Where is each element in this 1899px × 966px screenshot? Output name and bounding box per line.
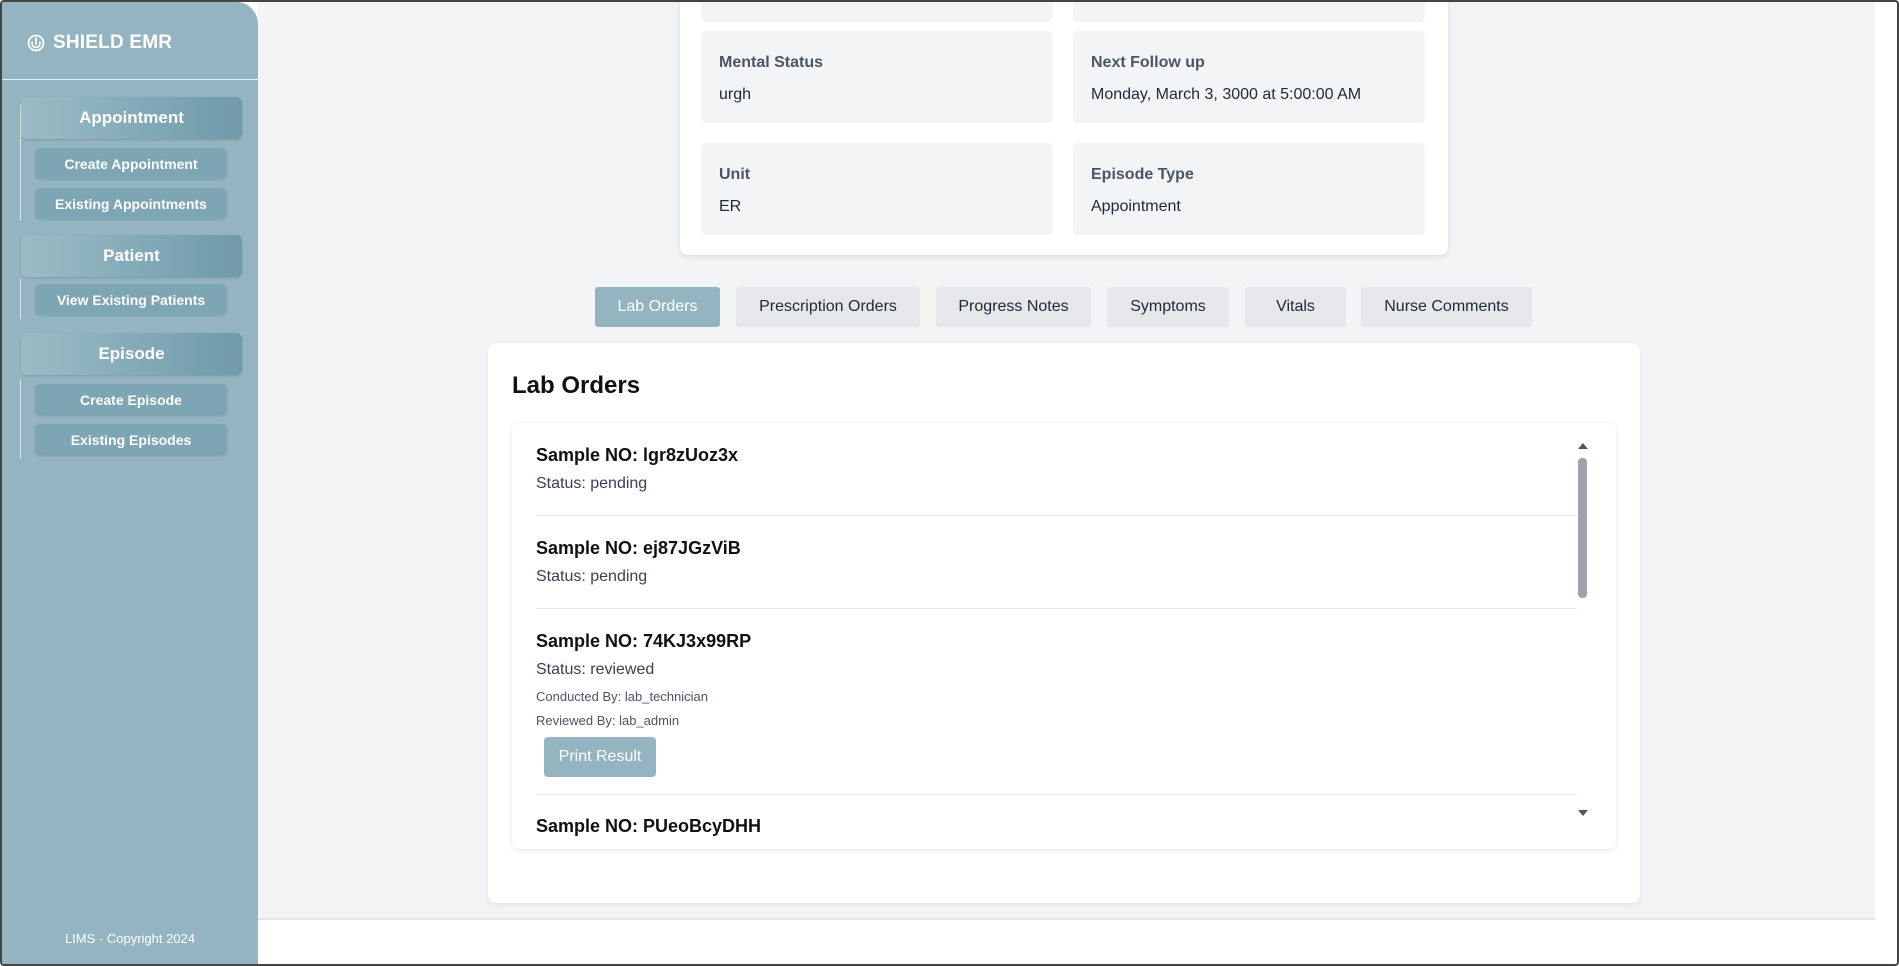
tab-progress-notes[interactable]: Progress Notes bbox=[936, 287, 1091, 327]
lab-orders-panel: Lab Orders Sample NO: lgr8zUoz3x Status:… bbox=[488, 343, 1640, 903]
lab-order-item: Sample NO: PUeoBcyDHH bbox=[536, 795, 1577, 849]
reviewed-by: Reviewed By: lab_admin bbox=[536, 713, 680, 728]
scroll-down-arrow[interactable] bbox=[1578, 810, 1588, 816]
tab-lab-orders[interactable]: Lab Orders bbox=[595, 287, 720, 327]
existing-appointments-button[interactable]: Existing Appointments bbox=[35, 188, 227, 219]
unit-value: ER bbox=[719, 198, 742, 215]
existing-episodes-button[interactable]: Existing Episodes bbox=[35, 424, 227, 455]
sidebar: SHIELD EMR Appointment Create Appointmen… bbox=[2, 2, 258, 964]
nav-header-appointment[interactable]: Appointment bbox=[21, 97, 242, 139]
sample-number: Sample NO: lgr8zUoz3x bbox=[536, 445, 739, 465]
lab-orders-scroll-area: Sample NO: lgr8zUoz3x Status: pending Sa… bbox=[512, 423, 1592, 849]
brand[interactable]: SHIELD EMR bbox=[26, 30, 172, 56]
tab-prescription-orders[interactable]: Prescription Orders bbox=[736, 287, 920, 327]
nav-header-patient[interactable]: Patient bbox=[21, 235, 242, 277]
nav-group-episode: Episode Create Episode Existing Episodes bbox=[18, 333, 242, 463]
nav-rail bbox=[20, 379, 21, 459]
brand-name: SHIELD EMR bbox=[53, 32, 173, 53]
next-follow-up-value: Monday, March 3, 3000 at 5:00:00 AM bbox=[1091, 86, 1362, 103]
conducted-by: Conducted By: lab_technician bbox=[536, 689, 709, 704]
mental-status-value: urgh bbox=[719, 86, 752, 103]
tab-nurse-comments[interactable]: Nurse Comments bbox=[1361, 287, 1532, 327]
mental-status-tile: Mental Status urgh bbox=[702, 31, 1052, 121]
lab-order-item: Sample NO: ej87JGzViB Status: pending bbox=[536, 516, 1577, 609]
create-episode-button[interactable]: Create Episode bbox=[35, 384, 227, 415]
shield-logo-icon bbox=[27, 34, 45, 52]
nav-rail bbox=[20, 279, 21, 319]
bottom-divider bbox=[258, 918, 1875, 920]
nav-header-episode[interactable]: Episode bbox=[21, 333, 242, 375]
lab-order-item: Sample NO: lgr8zUoz3x Status: pending bbox=[536, 423, 1577, 516]
next-follow-up-label: Next Follow up bbox=[1091, 54, 1205, 71]
lab-orders-list[interactable]: Sample NO: lgr8zUoz3x Status: pending Sa… bbox=[512, 423, 1616, 849]
brand-divider bbox=[2, 79, 258, 80]
order-status: Status: reviewed bbox=[536, 661, 655, 678]
tab-symptoms[interactable]: Symptoms bbox=[1107, 287, 1229, 327]
scroll-up-arrow[interactable] bbox=[1578, 443, 1588, 449]
next-follow-up-tile: Next Follow up Monday, March 3, 3000 at … bbox=[1074, 31, 1424, 121]
episode-type-label: Episode Type bbox=[1091, 166, 1194, 183]
order-status: Status: pending bbox=[536, 475, 648, 492]
sample-number: Sample NO: ej87JGzViB bbox=[536, 538, 741, 558]
sample-number: Sample NO: PUeoBcyDHH bbox=[536, 816, 762, 836]
lab-order-item: Sample NO: 74KJ3x99RP Status: reviewed C… bbox=[536, 609, 1577, 795]
lab-orders-title: Lab Orders bbox=[512, 372, 641, 399]
copyright-text: LIMS - Copyright 2024 bbox=[64, 931, 196, 946]
create-appointment-button[interactable]: Create Appointment bbox=[35, 148, 227, 179]
nav-group-patient: Patient View Existing Patients bbox=[18, 235, 242, 325]
scrollbar-thumb[interactable] bbox=[1578, 458, 1587, 598]
tab-vitals[interactable]: Vitals bbox=[1245, 287, 1346, 327]
info-tile-top-right bbox=[1074, 2, 1424, 20]
nav-group-appointment: Appointment Create Appointment Existing … bbox=[18, 97, 242, 227]
info-tile-top-left bbox=[702, 2, 1052, 20]
unit-tile: Unit ER bbox=[702, 143, 1052, 233]
print-result-button[interactable]: Print Result bbox=[544, 737, 656, 777]
order-status: Status: pending bbox=[536, 568, 648, 585]
mental-status-label: Mental Status bbox=[719, 54, 824, 71]
unit-label: Unit bbox=[719, 166, 751, 183]
episode-type-tile: Episode Type Appointment bbox=[1074, 143, 1424, 233]
episode-type-value: Appointment bbox=[1091, 198, 1181, 215]
view-existing-patients-button[interactable]: View Existing Patients bbox=[35, 284, 227, 315]
app-window: SHIELD EMR Appointment Create Appointmen… bbox=[0, 0, 1899, 966]
episode-info-card: Mental Status urgh Next Follow up Monday… bbox=[680, 2, 1448, 255]
sample-number: Sample NO: 74KJ3x99RP bbox=[536, 631, 752, 651]
